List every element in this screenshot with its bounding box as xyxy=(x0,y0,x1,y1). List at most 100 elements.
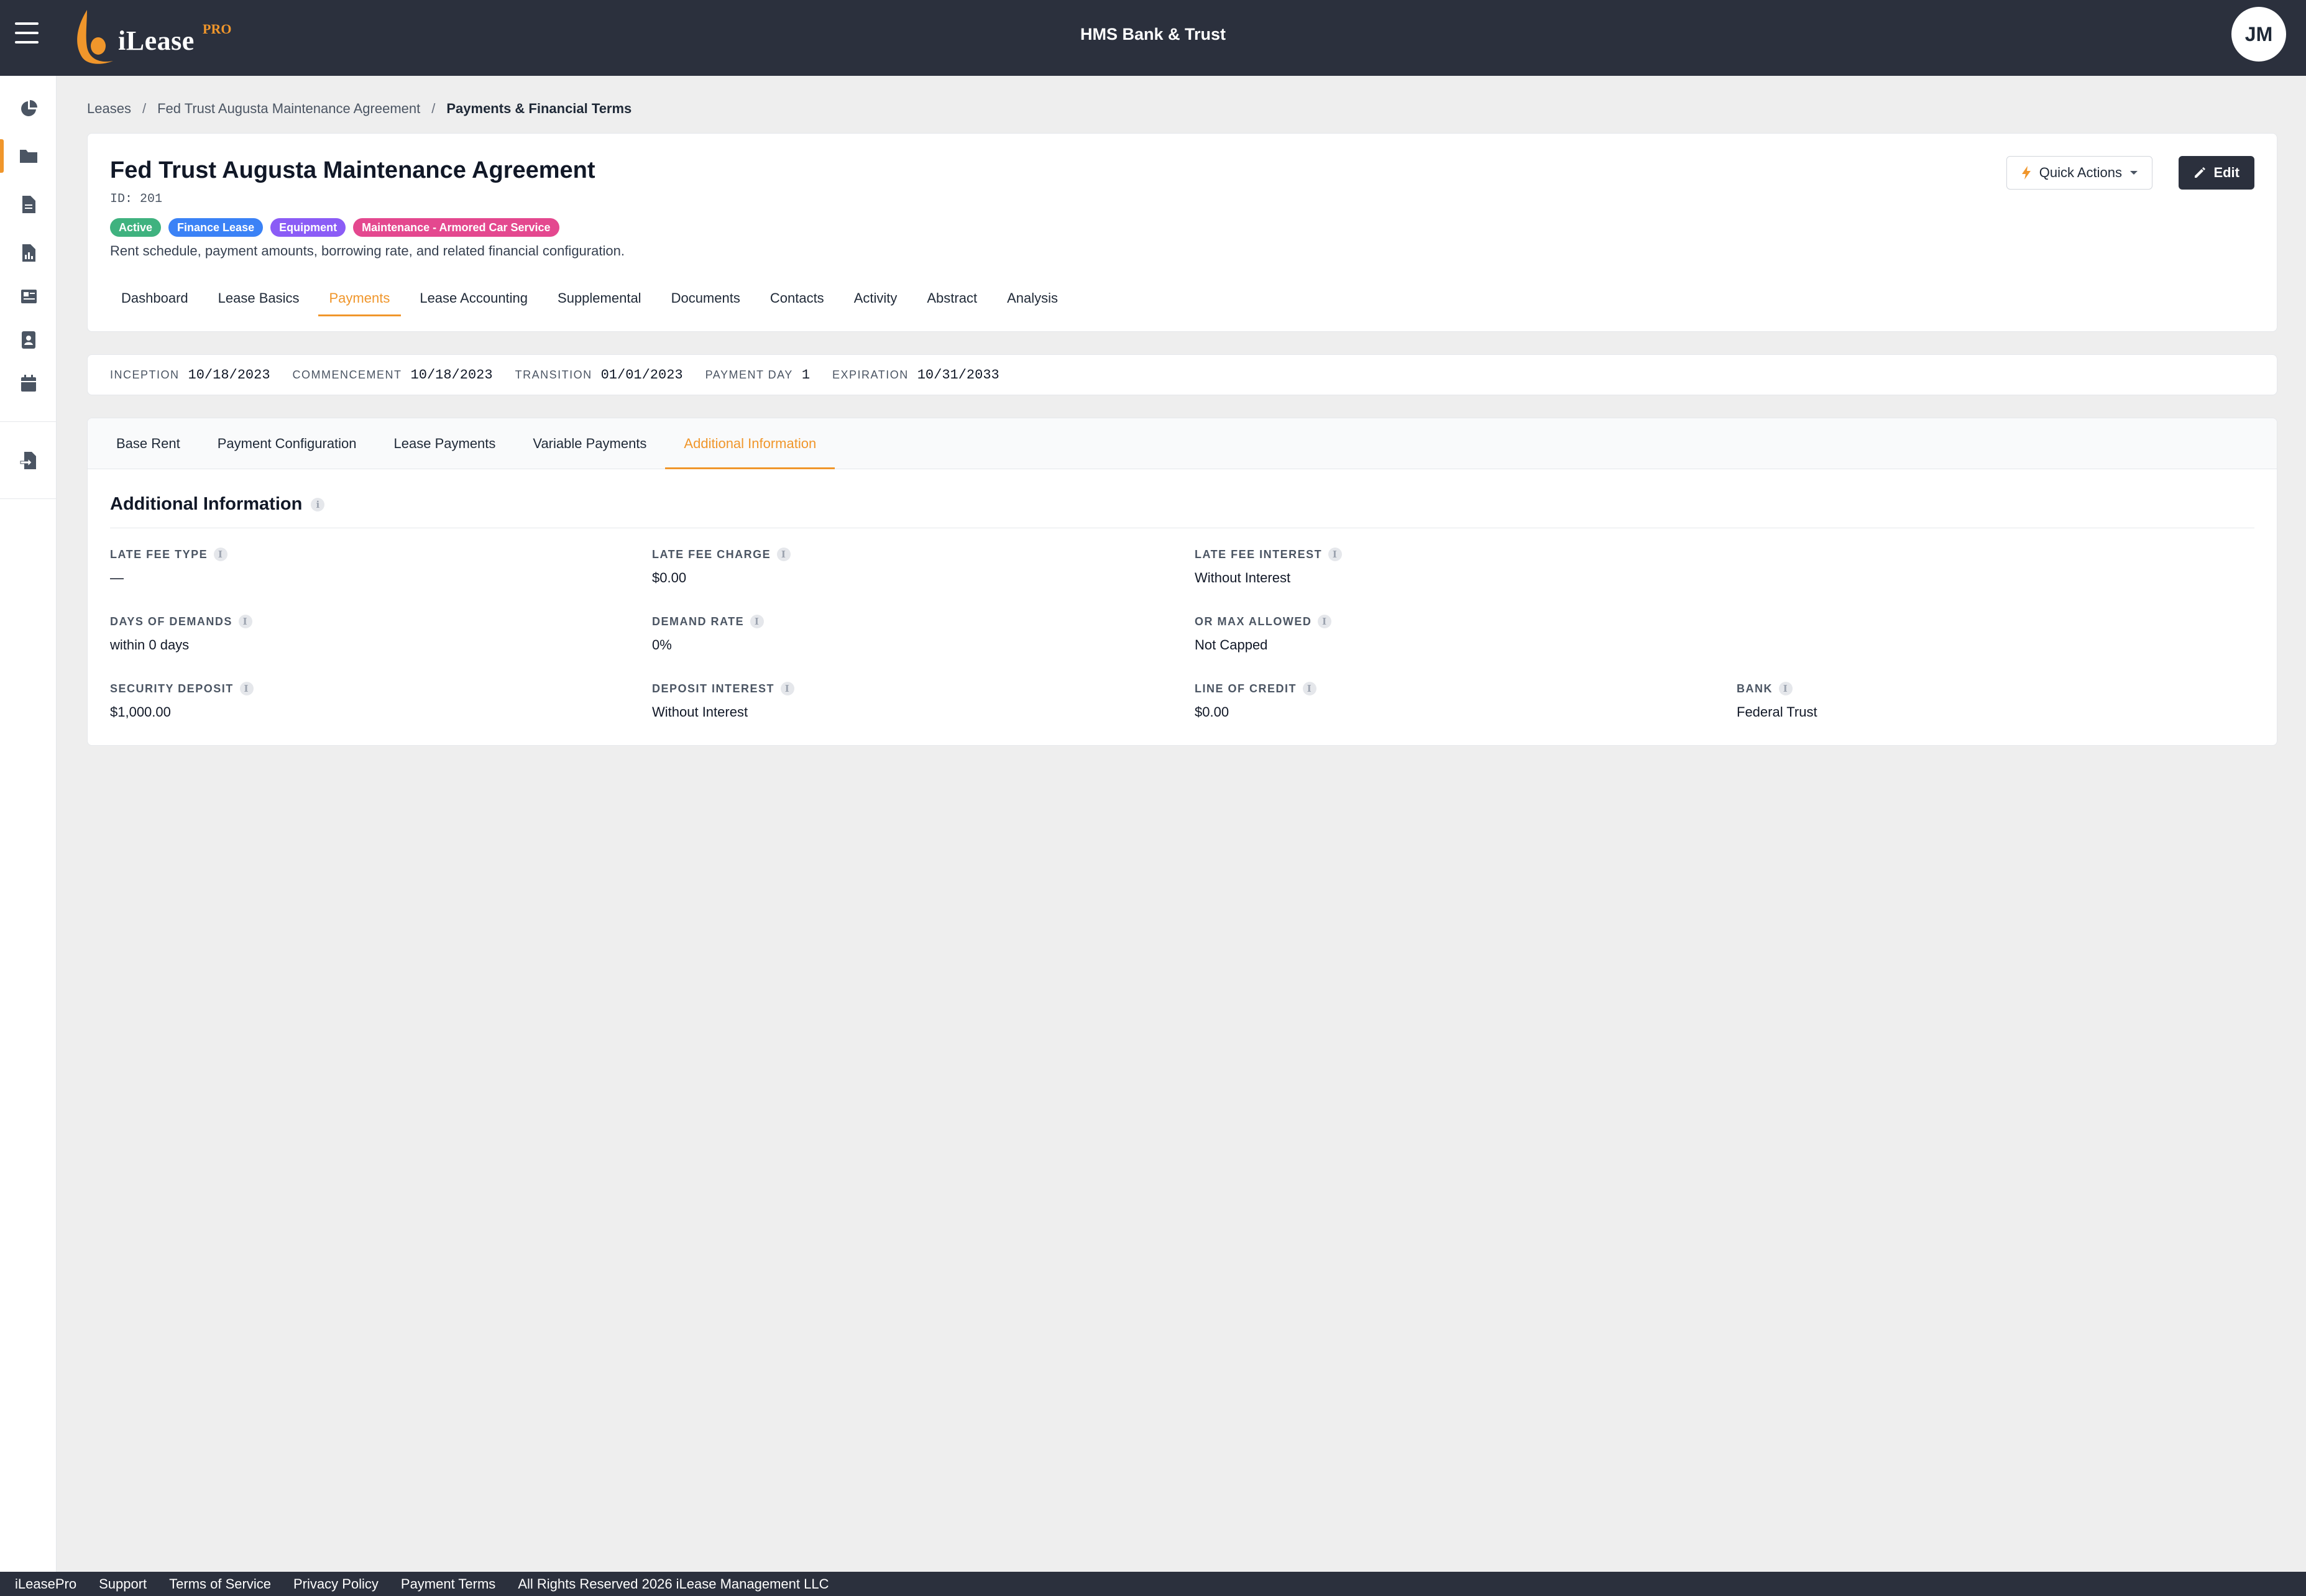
nav-import[interactable] xyxy=(0,439,57,482)
field-value: $0.00 xyxy=(1195,704,1229,720)
info-icon[interactable]: i xyxy=(1318,615,1332,628)
main-tabs: Dashboard Lease Basics Payments Lease Ac… xyxy=(110,289,1077,316)
field-label: Demand Rate xyxy=(652,615,745,628)
subtab-lease-payments[interactable]: Lease Payments xyxy=(375,418,515,469)
logo-mark-icon xyxy=(77,10,113,64)
field-label: Late Fee Charge xyxy=(652,548,771,561)
section-title-text: Additional Information xyxy=(110,494,303,514)
nav-documents[interactable] xyxy=(0,183,57,226)
tab-contacts[interactable]: Contacts xyxy=(759,289,835,316)
field-value: within 0 days xyxy=(110,637,190,653)
tab-supplemental[interactable]: Supplemental xyxy=(546,289,653,316)
lease-id: ID: 201 xyxy=(110,192,163,206)
chevron-down-icon xyxy=(2130,171,2138,175)
tab-payments[interactable]: Payments xyxy=(318,289,402,316)
info-icon[interactable]: i xyxy=(777,548,791,561)
field-label: Days of Demands xyxy=(110,615,232,628)
type-badge-finance-lease: Finance Lease xyxy=(168,218,264,237)
rail-divider xyxy=(0,421,57,422)
footer: iLeasePro Support Terms of Service Priva… xyxy=(0,1572,2306,1596)
footer-payment-terms-link[interactable]: Payment Terms xyxy=(401,1576,495,1592)
app-logo[interactable]: iLease PRO xyxy=(68,5,242,67)
field-value: $0.00 xyxy=(652,570,687,585)
breadcrumb-lease[interactable]: Fed Trust Augusta Maintenance Agreement xyxy=(157,101,420,117)
subtab-payment-configuration[interactable]: Payment Configuration xyxy=(199,418,375,469)
top-bar: iLease PRO HMS Bank & Trust JM xyxy=(0,0,2306,76)
date-commencement: Commencement 10/18/2023 xyxy=(293,367,493,383)
status-badge-active: Active xyxy=(110,218,162,237)
subtab-variable-payments[interactable]: Variable Payments xyxy=(514,418,665,469)
field-label: Late Fee Type xyxy=(110,548,208,561)
date-value: 10/31/2033 xyxy=(917,367,999,383)
field-label: Deposit Interest xyxy=(652,682,775,695)
logo-text: iLease xyxy=(118,25,195,56)
newspaper-icon xyxy=(21,290,37,303)
info-icon[interactable]: i xyxy=(1303,682,1316,695)
footer-terms-link[interactable]: Terms of Service xyxy=(169,1576,271,1592)
subtab-base-rent[interactable]: Base Rent xyxy=(98,418,199,469)
info-icon[interactable]: i xyxy=(750,615,765,628)
tab-lease-accounting[interactable]: Lease Accounting xyxy=(408,289,539,316)
info-icon[interactable]: i xyxy=(1779,682,1793,695)
nav-contacts[interactable] xyxy=(0,318,57,362)
tab-lease-basics[interactable]: Lease Basics xyxy=(207,289,311,316)
document-icon xyxy=(22,196,35,213)
nav-leases[interactable] xyxy=(0,134,57,178)
field-late-fee-interest: Late Fee Interest i Without Interest xyxy=(1195,548,1692,586)
date-value: 10/18/2023 xyxy=(188,367,270,383)
breadcrumb-current: Payments & Financial Terms xyxy=(446,101,632,116)
info-icon[interactable]: i xyxy=(1328,548,1343,561)
field-value: Without Interest xyxy=(652,704,748,720)
quick-actions-label: Quick Actions xyxy=(2039,165,2122,180)
nav-dashboard[interactable] xyxy=(0,87,57,131)
date-payment-day: Payment Day 1 xyxy=(705,367,810,383)
tab-activity[interactable]: Activity xyxy=(843,289,909,316)
tab-documents[interactable]: Documents xyxy=(660,289,751,316)
field-security-deposit: Security Deposit i $1,000.00 xyxy=(110,682,607,720)
info-icon[interactable]: i xyxy=(214,548,228,561)
footer-brand: iLeasePro xyxy=(15,1575,77,1592)
footer-support-link[interactable]: Support xyxy=(99,1576,147,1592)
breadcrumb-separator: / xyxy=(431,101,436,116)
subtab-additional-information[interactable]: Additional Information xyxy=(665,418,835,469)
field-label: Security Deposit xyxy=(110,682,234,695)
date-label: Commencement xyxy=(292,368,402,381)
key-dates-strip: Inception 10/18/2023 Commencement 10/18/… xyxy=(87,354,2277,395)
hamburger-menu-icon[interactable] xyxy=(15,22,40,44)
info-icon[interactable]: i xyxy=(311,497,325,511)
nav-news[interactable] xyxy=(0,275,57,318)
tab-dashboard[interactable]: Dashboard xyxy=(110,289,200,316)
nav-reports[interactable] xyxy=(0,231,57,275)
date-transition: Transition 01/01/2023 xyxy=(515,367,683,383)
calendar-icon xyxy=(21,375,36,392)
page-description: Rent schedule, payment amounts, borrowin… xyxy=(110,243,625,259)
organization-name: HMS Bank & Trust xyxy=(1080,25,1226,44)
field-value: Not Capped xyxy=(1195,637,1268,653)
field-label: Late Fee Interest xyxy=(1195,548,1323,561)
breadcrumb-leases[interactable]: Leases xyxy=(87,101,131,117)
section-title: Additional Information i xyxy=(110,494,325,515)
user-avatar[interactable]: JM xyxy=(2231,7,2286,62)
field-or-max-allowed: Or Max Allowed i Not Capped xyxy=(1195,615,1692,653)
info-icon[interactable]: i xyxy=(781,682,795,695)
info-icon[interactable]: i xyxy=(238,615,252,628)
field-value: 0% xyxy=(652,637,672,653)
payments-detail-card: Base Rent Payment Configuration Lease Pa… xyxy=(87,418,2277,746)
date-expiration: Expiration 10/31/2033 xyxy=(832,367,999,383)
date-inception: Inception 10/18/2023 xyxy=(110,367,270,383)
field-deposit-interest: Deposit Interest i Without Interest xyxy=(652,682,1149,720)
pencil-icon xyxy=(2195,167,2206,178)
status-badges: Active Finance Lease Equipment Maintenan… xyxy=(110,218,559,237)
footer-privacy-link[interactable]: Privacy Policy xyxy=(293,1576,379,1592)
tab-abstract[interactable]: Abstract xyxy=(916,289,988,316)
field-value: $1,000.00 xyxy=(110,704,171,720)
nav-calendar[interactable] xyxy=(0,362,57,405)
field-days-of-demands: Days of Demands i within 0 days xyxy=(110,615,607,653)
edit-button[interactable]: Edit xyxy=(2179,156,2254,190)
date-value: 1 xyxy=(801,367,811,383)
info-icon[interactable]: i xyxy=(239,682,254,695)
breadcrumb: Leases / Fed Trust Augusta Maintenance A… xyxy=(87,101,632,117)
quick-actions-button[interactable]: Quick Actions xyxy=(2006,156,2152,190)
contact-card-icon xyxy=(21,331,35,349)
tab-analysis[interactable]: Analysis xyxy=(996,289,1069,316)
